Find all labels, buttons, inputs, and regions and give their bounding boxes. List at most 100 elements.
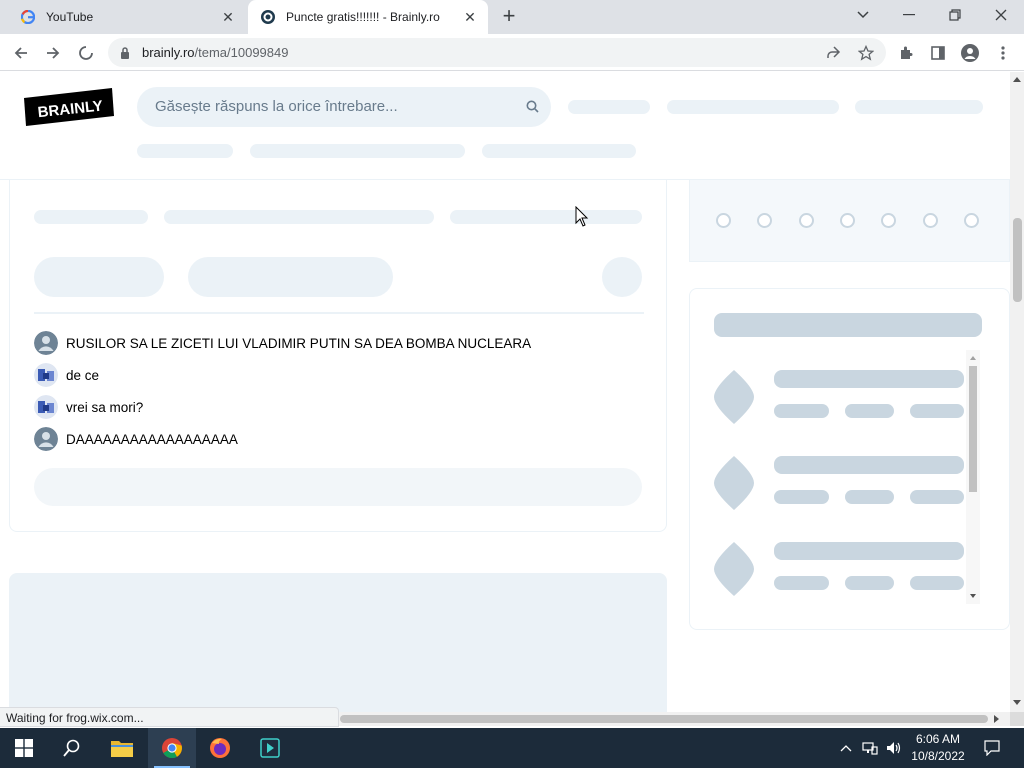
network-icon[interactable] bbox=[862, 740, 878, 756]
address-bar[interactable]: brainly.ro/tema/10099849 bbox=[108, 38, 886, 67]
divider bbox=[34, 312, 644, 314]
skeleton-placeholder bbox=[774, 490, 829, 504]
skeleton-placeholder bbox=[774, 404, 829, 418]
comment-item: vrei sa mori? bbox=[34, 394, 143, 420]
comment-text: de ce bbox=[66, 367, 100, 383]
taskbar-chrome[interactable] bbox=[148, 728, 196, 768]
bookmark-star-icon[interactable] bbox=[857, 44, 875, 62]
scroll-up-icon[interactable] bbox=[1013, 76, 1021, 82]
profile-avatar-icon[interactable] bbox=[960, 43, 980, 63]
comment-text: vrei sa mori? bbox=[66, 399, 144, 415]
rating-dot bbox=[757, 213, 772, 228]
tab-search-icon[interactable] bbox=[840, 0, 886, 30]
taskbar-clock[interactable]: 6:06 AM 10/8/2022 bbox=[904, 731, 972, 765]
restore-button[interactable] bbox=[932, 0, 978, 30]
browser-toolbar: brainly.ro/tema/10099849 bbox=[0, 34, 1024, 71]
skeleton-diamond bbox=[714, 370, 754, 424]
notifications-icon[interactable] bbox=[984, 740, 1000, 756]
windows-taskbar: 6:06 AM 10/8/2022 bbox=[0, 728, 1024, 768]
rating-dot bbox=[881, 213, 896, 228]
skeleton-placeholder bbox=[164, 210, 434, 224]
rating-dot bbox=[964, 213, 979, 228]
rating-dot bbox=[799, 213, 814, 228]
media-app-icon bbox=[260, 738, 280, 758]
taskbar-firefox[interactable] bbox=[196, 728, 244, 768]
share-icon[interactable] bbox=[824, 44, 842, 62]
close-tab-icon[interactable]: ✕ bbox=[218, 7, 238, 27]
search-icon[interactable] bbox=[526, 100, 539, 118]
stop-loading-icon[interactable] bbox=[73, 40, 99, 66]
skeleton-placeholder bbox=[774, 456, 964, 474]
skeleton-placeholder bbox=[34, 210, 148, 224]
skeleton-placeholder bbox=[482, 144, 636, 158]
brainly-favicon-icon bbox=[260, 9, 276, 25]
skeleton-placeholder bbox=[774, 576, 829, 590]
skeleton-placeholder bbox=[250, 144, 465, 158]
comment-text: RUSILOR SA LE ZICETI LUI VLADIMIR PUTIN … bbox=[66, 335, 532, 351]
rating-dot bbox=[840, 213, 855, 228]
show-hidden-icons-icon[interactable] bbox=[838, 740, 854, 756]
brainly-logo[interactable]: BRAINLY bbox=[24, 88, 114, 126]
skeleton-placeholder bbox=[568, 100, 650, 114]
skeleton-placeholder bbox=[855, 100, 983, 114]
rating-dot bbox=[716, 213, 731, 228]
folder-icon bbox=[111, 741, 133, 757]
tab-title: YouTube bbox=[46, 10, 94, 24]
web-page: BRAINLY RUSILOR SA LE ZICETI LUI VLADIMI… bbox=[0, 72, 1010, 712]
taskbar-file-explorer[interactable] bbox=[98, 728, 146, 768]
user-avatar-icon bbox=[34, 395, 58, 419]
search-box[interactable] bbox=[137, 87, 551, 127]
tab-title: Puncte gratis!!!!!!! - Brainly.ro bbox=[286, 10, 440, 24]
skeleton-circle bbox=[602, 257, 642, 297]
skeleton-placeholder bbox=[450, 210, 642, 224]
side-panel-icon[interactable] bbox=[928, 43, 948, 63]
scrollbar-thumb[interactable] bbox=[340, 715, 988, 723]
skeleton-placeholder bbox=[845, 404, 894, 418]
skeleton-placeholder bbox=[774, 370, 964, 388]
tab-youtube[interactable]: YouTube ✕ bbox=[8, 0, 246, 34]
new-tab-button[interactable]: + bbox=[498, 5, 520, 28]
comment-item: de ce bbox=[34, 362, 99, 388]
related-list-scrollbar[interactable] bbox=[966, 350, 980, 604]
close-tab-icon[interactable]: ✕ bbox=[460, 7, 480, 27]
clock-time: 6:06 AM bbox=[915, 732, 961, 746]
skeleton-heading bbox=[714, 313, 982, 337]
mouse-cursor-icon bbox=[575, 206, 589, 227]
clock-date: 10/8/2022 bbox=[911, 749, 965, 763]
default-avatar-icon bbox=[34, 331, 58, 355]
start-button[interactable] bbox=[0, 728, 48, 768]
rating-dot bbox=[923, 213, 938, 228]
skeleton-diamond bbox=[714, 542, 754, 596]
taskbar-app[interactable] bbox=[246, 728, 294, 768]
search-input[interactable] bbox=[155, 98, 515, 115]
scroll-right-icon[interactable] bbox=[994, 715, 1000, 723]
scroll-down-icon[interactable] bbox=[1013, 700, 1021, 706]
vertical-scrollbar[interactable] bbox=[1010, 72, 1024, 712]
skeleton-answer-block bbox=[9, 573, 667, 712]
volume-icon[interactable] bbox=[886, 740, 902, 756]
skeleton-diamond bbox=[714, 456, 754, 510]
comment-text: DAAAAAAAAAAAAAAAAAA bbox=[66, 431, 238, 447]
taskbar-search-button[interactable] bbox=[48, 728, 96, 768]
skeleton-placeholder bbox=[774, 542, 964, 560]
default-avatar-icon bbox=[34, 427, 58, 451]
skeleton-button bbox=[34, 257, 164, 297]
skeleton-placeholder bbox=[137, 144, 233, 158]
forward-button[interactable] bbox=[40, 40, 66, 66]
url-text: brainly.ro/tema/10099849 bbox=[142, 45, 289, 60]
scrollbar-thumb[interactable] bbox=[1013, 218, 1022, 302]
tab-brainly[interactable]: Puncte gratis!!!!!!! - Brainly.ro ✕ bbox=[248, 0, 488, 34]
chrome-menu-icon[interactable] bbox=[993, 43, 1013, 63]
firefox-icon bbox=[210, 738, 230, 758]
back-button[interactable] bbox=[8, 40, 34, 66]
minimize-button[interactable] bbox=[886, 0, 932, 30]
tab-strip: YouTube ✕ Puncte gratis!!!!!!! - Brainly… bbox=[0, 0, 1024, 34]
skeleton-placeholder bbox=[845, 490, 894, 504]
comment-item: DAAAAAAAAAAAAAAAAAA bbox=[34, 426, 238, 452]
scrollbar-corner bbox=[1010, 712, 1024, 726]
extensions-icon[interactable] bbox=[896, 43, 916, 63]
close-window-button[interactable] bbox=[978, 0, 1024, 30]
lock-icon[interactable] bbox=[120, 46, 130, 64]
skeleton-comment-input bbox=[34, 468, 642, 506]
skeleton-placeholder bbox=[910, 404, 964, 418]
